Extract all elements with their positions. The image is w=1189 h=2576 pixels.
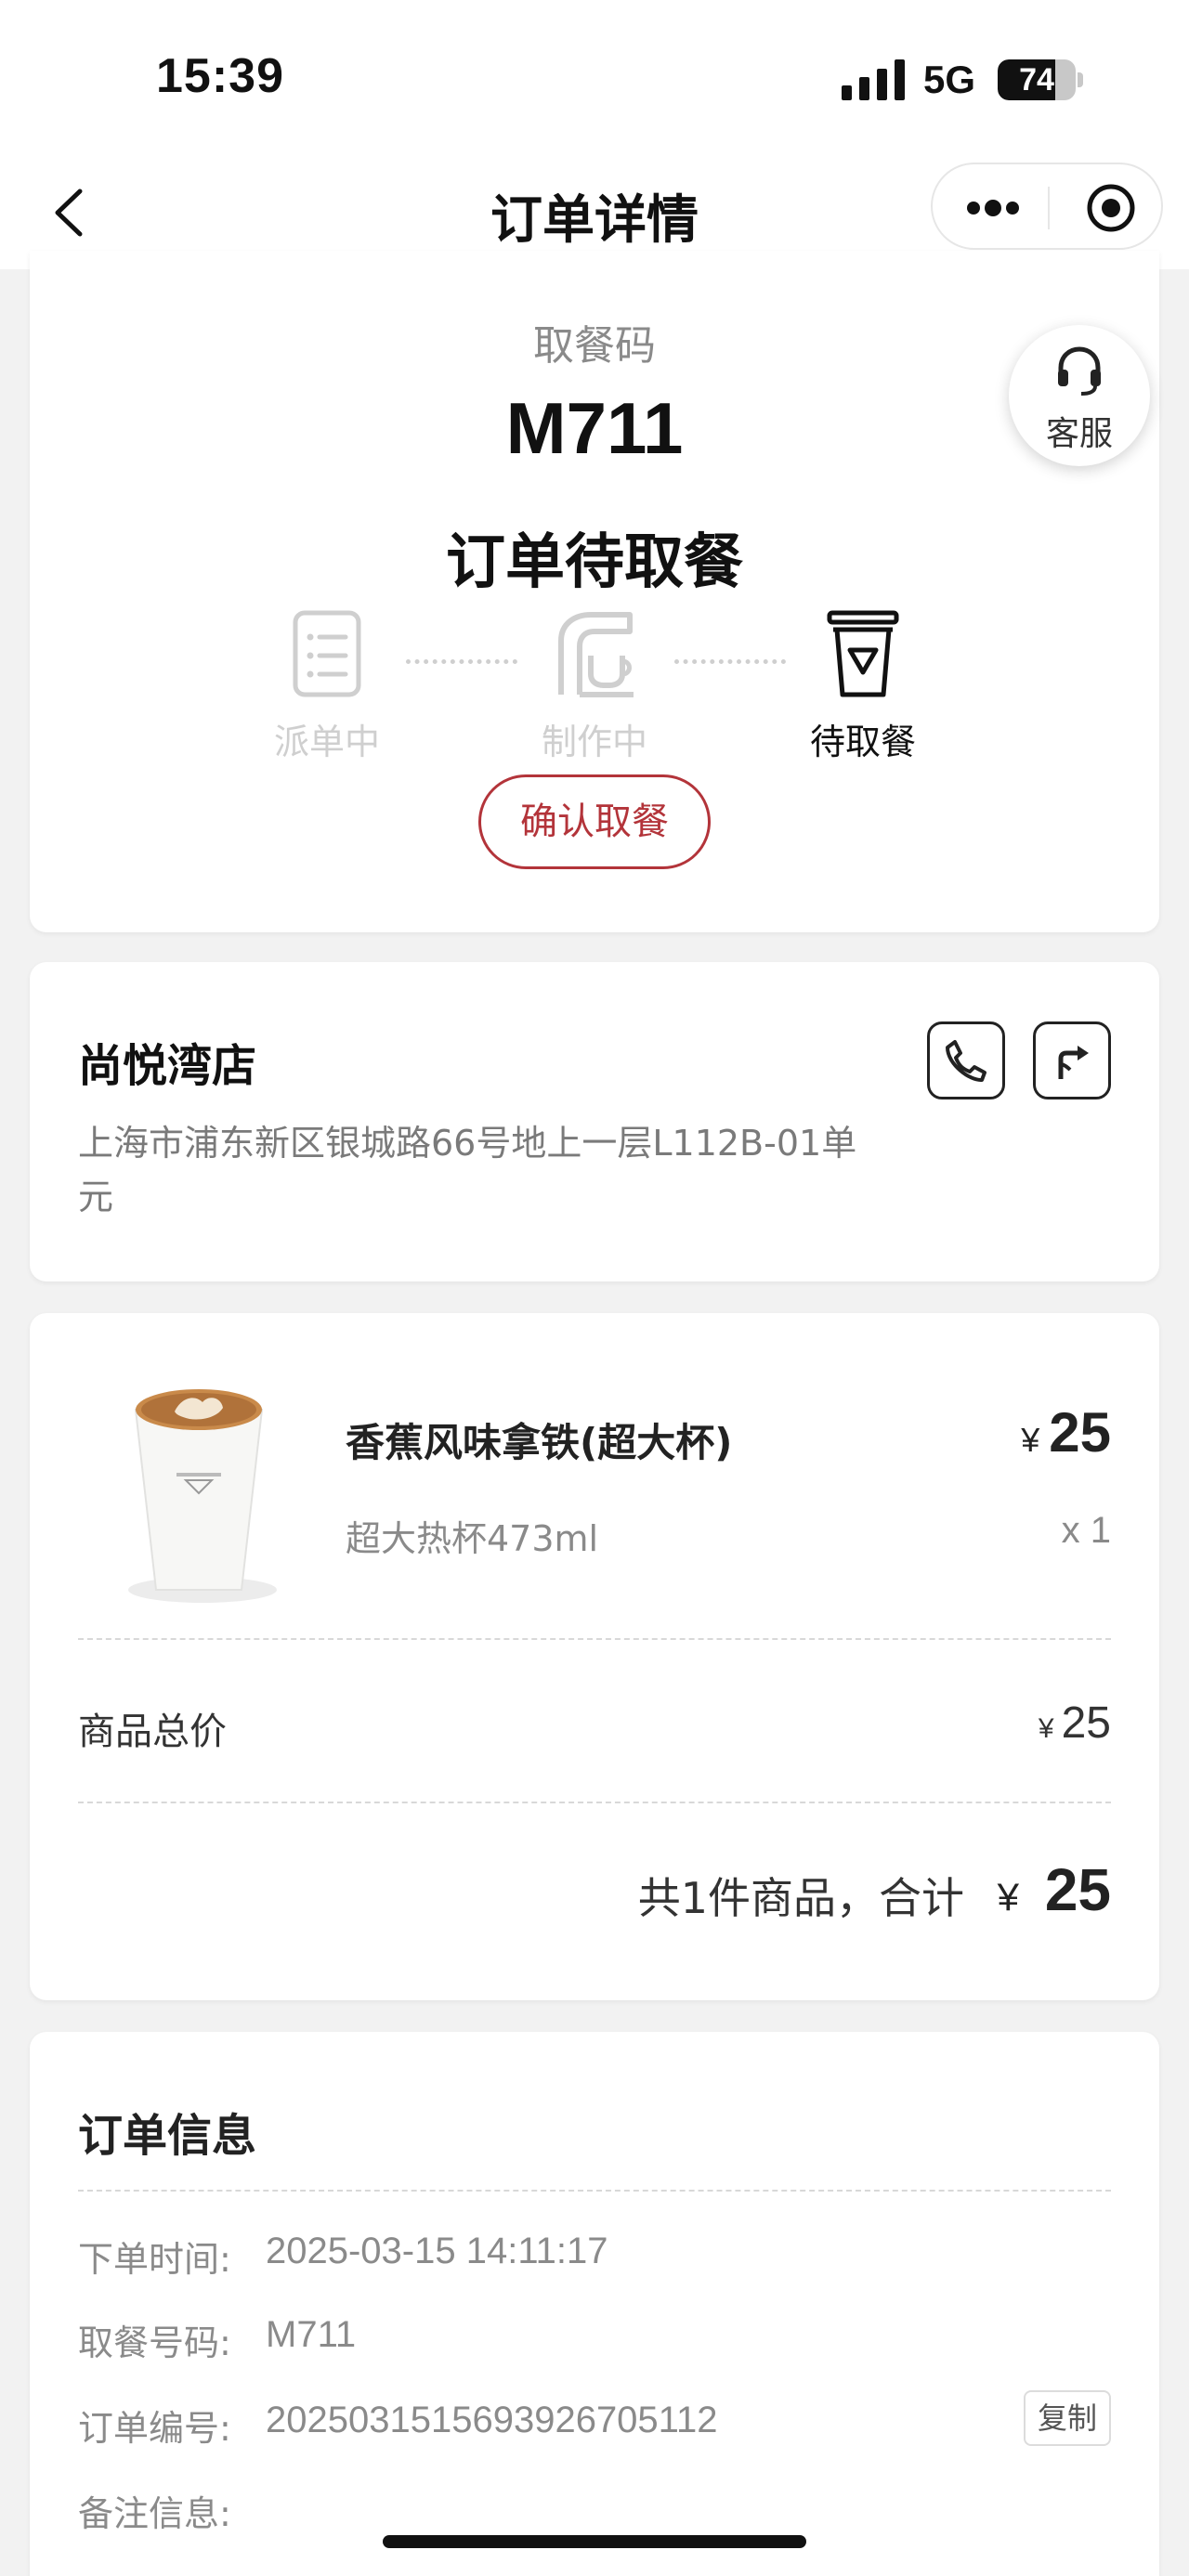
step-ready: 待取餐 <box>779 607 947 764</box>
pickup-number-value: M711 <box>266 2314 357 2355</box>
signal-icon <box>842 59 905 100</box>
currency-symbol: ¥ <box>997 1875 1020 1919</box>
pickup-card: 取餐码 M711 订单待取餐 派单中 制作中 待取餐 确认取餐 <box>30 251 1159 932</box>
product-price: ¥25 <box>1021 1400 1111 1464</box>
cup-icon <box>827 610 899 697</box>
call-store-button[interactable] <box>927 1021 1005 1099</box>
step-label: 派单中 <box>273 722 380 762</box>
store-address: 上海市浦东新区银城路66号地上一层L112B-01单元 <box>78 1123 857 1217</box>
battery-icon: 74 <box>998 59 1083 100</box>
latte-cup-image <box>128 1389 277 1603</box>
status-time: 15:39 <box>156 49 284 103</box>
product-quantity: x 1 <box>1061 1510 1111 1551</box>
more-icon[interactable] <box>966 192 1020 224</box>
order-info-title: 订单信息 <box>78 2110 257 2162</box>
step-label: 制作中 <box>541 722 647 762</box>
total-summary-text: 共1件商品，合计 <box>637 1873 964 1923</box>
copy-order-number-button[interactable]: 复制 <box>1024 2390 1111 2446</box>
order-number-value: 2025031515693926705112 <box>266 2400 718 2440</box>
step-label: 待取餐 <box>809 722 916 762</box>
customer-service-label: 客服 <box>1045 415 1113 453</box>
headset-icon <box>1058 346 1101 396</box>
mini-program-capsule <box>931 163 1163 250</box>
phone-icon <box>946 1040 986 1082</box>
list-icon <box>293 610 361 697</box>
subtotal-value: ¥25 <box>1039 1698 1111 1749</box>
remark-label: 备注信息: <box>78 2493 231 2534</box>
pickup-number-label: 取餐号码: <box>78 2322 231 2363</box>
order-status: 订单待取餐 <box>446 528 743 597</box>
customer-service-button[interactable]: 客服 <box>1009 325 1150 466</box>
order-time-value: 2025-03-15 14:11:17 <box>266 2231 608 2271</box>
currency-symbol: ¥ <box>1021 1421 1040 1459</box>
pickup-code-label: 取餐码 <box>533 322 656 370</box>
order-number-label: 订单编号: <box>78 2408 231 2449</box>
subtotal-amount: 25 <box>1061 1698 1111 1748</box>
step-dispatching: 派单中 <box>243 607 411 764</box>
status-bar: 15:39 5G 74 <box>0 0 1189 158</box>
directions-icon <box>1058 1046 1089 1079</box>
close-mini-program-icon[interactable] <box>1086 183 1136 233</box>
navigate-button[interactable] <box>1033 1021 1111 1099</box>
subtotal-label: 商品总价 <box>78 1711 227 1753</box>
pickup-code: M711 <box>505 387 684 469</box>
product-name: 香蕉风味拿铁(超大杯) <box>346 1420 733 1465</box>
total-value: 25 <box>1044 1856 1111 1923</box>
step-making: 制作中 <box>511 607 678 764</box>
price-value: 25 <box>1049 1401 1111 1464</box>
order-info-card: 订单信息 下单时间: 2025-03-15 14:11:17 取餐号码: M71… <box>30 2032 1159 2576</box>
back-icon[interactable] <box>37 180 102 245</box>
order-time-label: 下单时间: <box>78 2239 231 2280</box>
battery-level: 74 <box>1019 62 1054 98</box>
total-amount: ¥ 25 <box>998 1855 1111 1924</box>
confirm-pickup-button[interactable]: 确认取餐 <box>478 774 711 869</box>
network-label: 5G <box>923 58 976 101</box>
product-card: 香蕉风味拿铁(超大杯) 超大热杯473ml ¥25 x 1 商品总价 ¥25 共… <box>30 1313 1159 2000</box>
store-card: 尚悦湾店 上海市浦东新区银城路66号地上一层L112B-01单元 <box>30 962 1159 1281</box>
store-name: 尚悦湾店 <box>78 1040 257 1092</box>
product-spec: 超大热杯473ml <box>346 1518 599 1559</box>
currency-symbol: ¥ <box>1038 1713 1054 1744</box>
home-indicator <box>383 2535 806 2548</box>
coffee-machine-icon <box>558 612 634 697</box>
